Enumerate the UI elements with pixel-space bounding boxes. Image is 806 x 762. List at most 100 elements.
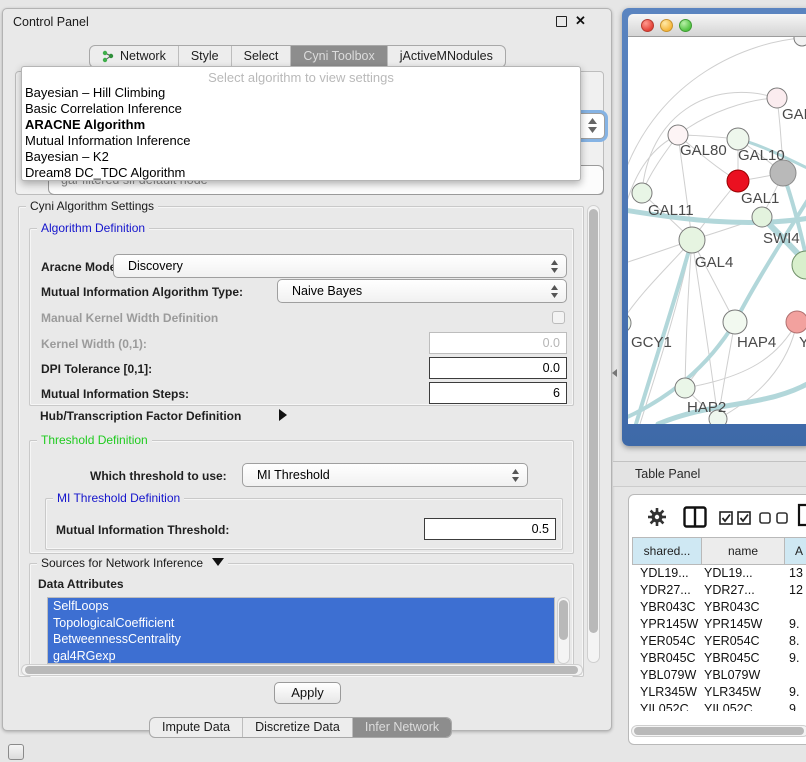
- collapse-arrow-icon[interactable]: [212, 558, 224, 566]
- table-row[interactable]: YBR045CYBR045C9.: [632, 650, 806, 667]
- control-panel-titlebar[interactable]: Control Panel ✕: [3, 9, 611, 35]
- tab-infer-network-label: Infer Network: [365, 720, 439, 734]
- dropdown-item[interactable]: Bayesian – K2: [22, 149, 580, 165]
- dropdown-item[interactable]: Dream8 DC_TDC Algorithm: [22, 165, 580, 181]
- table-horizontal-scrollbar[interactable]: [631, 725, 806, 737]
- sources-group: Sources for Network Inference Data Attri…: [29, 563, 574, 677]
- table-row[interactable]: YPR145WYPR145W9.: [632, 616, 806, 633]
- apply-button[interactable]: Apply: [274, 682, 341, 704]
- combo-arrows-icon: [511, 468, 520, 490]
- list-item[interactable]: BetweennessCentrality: [48, 631, 554, 648]
- combo-arrows-icon: [588, 118, 597, 142]
- cell: 9.: [785, 616, 806, 633]
- node-gal11: [632, 183, 652, 203]
- cell: YER054C: [702, 633, 785, 650]
- combo-arrows-icon: [550, 259, 559, 281]
- dropdown-item[interactable]: Basic Correlation Inference: [22, 101, 580, 117]
- node-label: Y: [799, 334, 806, 351]
- node-hap4: [723, 310, 747, 334]
- column-header-shared[interactable]: shared...: [632, 537, 702, 565]
- float-window-icon[interactable]: [556, 16, 567, 27]
- tab-discretize-data[interactable]: Discretize Data: [243, 718, 353, 737]
- table-row[interactable]: YIL052CYIL052C9: [632, 701, 806, 711]
- dropdown-item[interactable]: Bayesian – Hill Climbing: [22, 85, 580, 101]
- control-panel-window: Control Panel ✕ Network Style Select Cyn…: [2, 8, 612, 731]
- table-row[interactable]: YDL19...YDL19...13: [632, 565, 806, 582]
- which-threshold-combo[interactable]: MI Threshold: [242, 463, 528, 487]
- kernel-width-field[interactable]: 0.0: [429, 332, 567, 354]
- column-panes-icon[interactable]: [683, 506, 707, 528]
- settings-vertical-scrollbar[interactable]: [587, 205, 600, 663]
- node-label: GAL10: [738, 147, 785, 164]
- table-header-row: shared... name A: [632, 537, 806, 565]
- list-scrollbar[interactable]: [557, 597, 570, 664]
- manual-kernel-checkbox[interactable]: [552, 311, 565, 324]
- minimize-traffic-light-icon[interactable]: [660, 19, 673, 32]
- cell: YDL19...: [702, 565, 785, 582]
- node-label: GAL80: [680, 142, 727, 159]
- tab-infer-network[interactable]: Infer Network: [353, 718, 451, 737]
- collapsed-panel-button[interactable]: [8, 744, 24, 760]
- data-attributes-list[interactable]: SelfLoops TopologicalCoefficient Between…: [47, 597, 555, 664]
- node-label: GAL1: [741, 190, 779, 207]
- mi-type-combo[interactable]: Naive Bayes: [277, 279, 567, 303]
- list-item[interactable]: SelfLoops: [48, 598, 554, 615]
- algorithm-dropdown-popup: Select algorithm to view settings Bayesi…: [21, 66, 581, 181]
- node-right-cut: [792, 251, 806, 279]
- table-body[interactable]: YDL19...YDL19...13 YDR27...YDR27...12 YB…: [632, 565, 806, 711]
- cell: 9: [785, 701, 806, 711]
- mi-steps-field[interactable]: 6: [429, 382, 567, 404]
- document-icon[interactable]: [797, 503, 806, 527]
- tab-impute-data[interactable]: Impute Data: [150, 718, 243, 737]
- aracne-mode-combo[interactable]: Discovery: [113, 254, 567, 278]
- dropdown-item[interactable]: Mutual Information Inference: [22, 133, 580, 149]
- network-window-titlebar[interactable]: [628, 14, 806, 37]
- mi-threshold-field[interactable]: 0.5: [424, 518, 556, 540]
- panel-splitter-arrow-icon[interactable]: [612, 369, 617, 377]
- network-graph: GAL GAL80 GAL10 GAL1 GAL11 SWI4 GAL4 GCY…: [628, 37, 806, 424]
- dropdown-prompt: Select algorithm to view settings: [22, 67, 580, 85]
- table-row[interactable]: YDR27...YDR27...12: [632, 582, 806, 599]
- close-traffic-light-icon[interactable]: [641, 19, 654, 32]
- table-row[interactable]: YBR043CYBR043C: [632, 599, 806, 616]
- cell: YDL19...: [632, 565, 702, 582]
- node-gal-cut: [767, 88, 787, 108]
- network-canvas[interactable]: GAL GAL80 GAL10 GAL1 GAL11 SWI4 GAL4 GCY…: [628, 37, 806, 424]
- list-item[interactable]: gal4RGexp: [48, 648, 554, 665]
- zoom-traffic-light-icon[interactable]: [679, 19, 692, 32]
- tab-jactivemnodules[interactable]: jActiveMNodules: [388, 46, 505, 67]
- settings-group-title: Cyni Algorithm Settings: [26, 199, 158, 213]
- dpi-tolerance-label: DPI Tolerance [0,1]:: [41, 362, 152, 376]
- table-row[interactable]: YBL079WYBL079W: [632, 667, 806, 684]
- column-header-name[interactable]: name: [702, 537, 785, 565]
- tab-jactivemnodules-label: jActiveMNodules: [400, 49, 493, 63]
- node-label: GAL11: [648, 202, 694, 219]
- expand-arrow-icon[interactable]: [279, 409, 287, 421]
- node-label: GCY1: [631, 334, 672, 351]
- deselect-all-checkboxes-icon[interactable]: [759, 512, 789, 524]
- control-panel-tabs: Network Style Select Cyni Toolbox jActiv…: [89, 45, 506, 68]
- algorithm-definition-group: Algorithm Definition Aracne Mode: Discov…: [29, 228, 574, 406]
- mi-threshold-value: 0.5: [532, 522, 549, 536]
- table-row[interactable]: YLR345WYLR345W9.: [632, 684, 806, 701]
- tab-cyni-toolbox[interactable]: Cyni Toolbox: [291, 46, 387, 67]
- table-row[interactable]: YER054CYER054C8.: [632, 633, 806, 650]
- settings-horizontal-scrollbar[interactable]: [21, 664, 583, 676]
- dpi-tolerance-field[interactable]: 0.0: [429, 357, 567, 379]
- aracne-mode-value: Discovery: [128, 259, 183, 273]
- mi-steps-value: 6: [553, 386, 560, 400]
- dropdown-item-selected[interactable]: ARACNE Algorithm: [22, 117, 580, 133]
- tab-style[interactable]: Style: [179, 46, 232, 67]
- tab-network[interactable]: Network: [90, 46, 179, 67]
- cell: 13: [785, 565, 806, 582]
- close-icon[interactable]: ✕: [575, 13, 586, 29]
- aracne-mode-label: Aracne Mode:: [41, 260, 120, 274]
- cell: YBR043C: [702, 599, 785, 616]
- select-all-checkboxes-icon[interactable]: [719, 511, 751, 525]
- gear-icon[interactable]: [647, 507, 667, 527]
- cell: 9.: [785, 684, 806, 701]
- tab-select[interactable]: Select: [232, 46, 292, 67]
- column-header-clipped[interactable]: A: [785, 537, 806, 565]
- list-item[interactable]: TopologicalCoefficient: [48, 615, 554, 632]
- cell: YLR345W: [702, 684, 785, 701]
